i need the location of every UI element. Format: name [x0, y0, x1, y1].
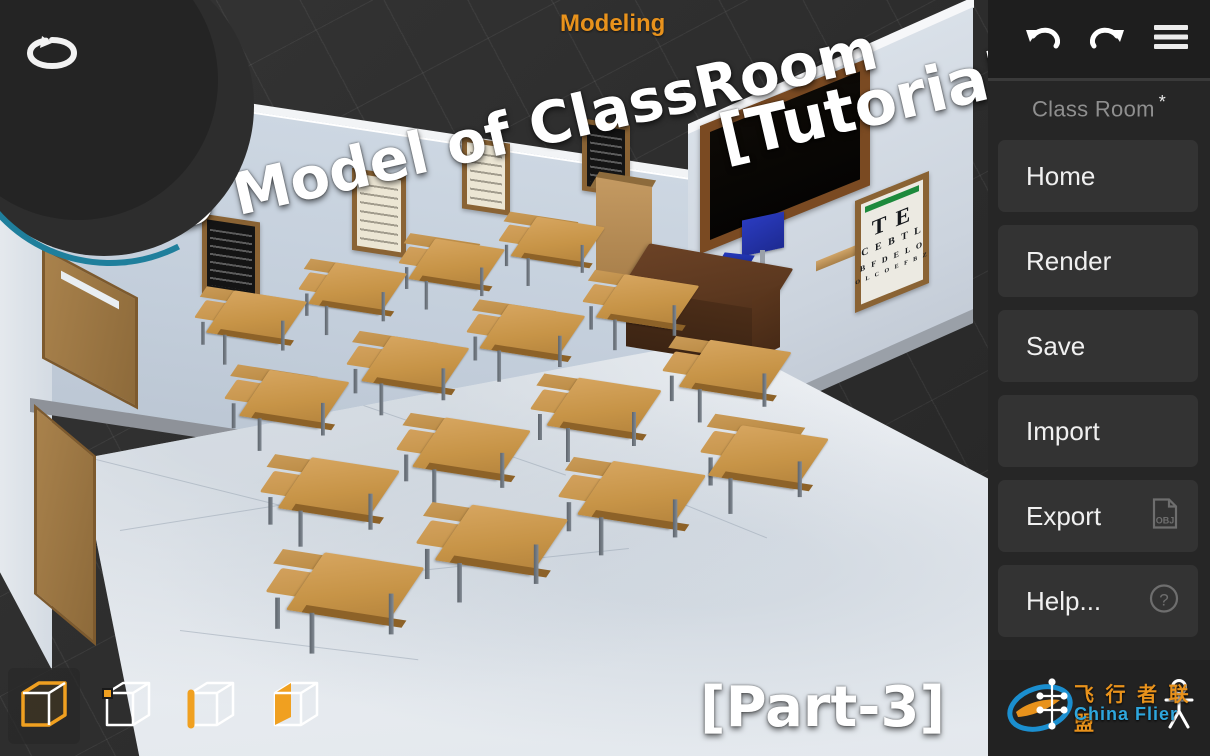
- menu-item-export[interactable]: Export OBJ: [998, 480, 1198, 552]
- selection-mode-bar[interactable]: [8, 668, 332, 744]
- cube-object-icon: [15, 675, 73, 738]
- hamburger-icon: [1151, 21, 1191, 58]
- edge-mode-button[interactable]: [176, 668, 248, 744]
- mode-label: Modeling: [560, 10, 666, 37]
- undo-button[interactable]: [1018, 17, 1068, 61]
- cube-face-icon: [267, 675, 325, 738]
- main-menu: Home Render Save Import Export OBJ Help.…: [998, 140, 1198, 650]
- unsaved-marker: *: [1158, 92, 1167, 112]
- panel-divider: [988, 78, 1210, 81]
- obj-file-icon: OBJ: [1150, 498, 1180, 535]
- menu-item-label: Render: [1026, 245, 1112, 276]
- menu-item-help[interactable]: Help... ?: [998, 565, 1198, 637]
- rotate-icon: [26, 34, 78, 79]
- menu-item-save[interactable]: Save: [998, 310, 1198, 382]
- cube-vertex-icon: [99, 675, 157, 738]
- document-title-text: Class Room: [1031, 96, 1155, 122]
- help-circle-icon: ?: [1148, 583, 1180, 620]
- menu-item-import[interactable]: Import: [998, 395, 1198, 467]
- app-root: T E C E B T L B F D E L O O L C O E F B …: [0, 0, 1210, 756]
- viewport-3d[interactable]: T E C E B T L B F D E L O O L C O E F B …: [0, 0, 988, 756]
- menu-item-label: Import: [1026, 415, 1100, 446]
- poster-2: [352, 167, 406, 259]
- menu-item-label: Export: [1026, 500, 1102, 531]
- select-marquee-tool[interactable]: [62, 0, 118, 6]
- marquee-icon: [66, 0, 114, 4]
- menu-item-home[interactable]: Home: [998, 140, 1198, 212]
- svg-text:OBJ: OBJ: [1156, 516, 1175, 526]
- move-arrows-icon: [0, 57, 1, 104]
- undo-icon: [1023, 22, 1063, 57]
- top-toolbar: [988, 0, 1210, 78]
- menu-item-label: Save: [1026, 330, 1086, 361]
- menu-item-label: Help...: [1026, 585, 1102, 616]
- object-mode-button[interactable]: [8, 668, 80, 744]
- panel-footer: [988, 660, 1210, 756]
- move-tool[interactable]: [0, 52, 4, 108]
- rotate-tool[interactable]: [24, 28, 80, 84]
- redo-icon: [1087, 22, 1127, 57]
- menu-item-render[interactable]: Render: [998, 225, 1198, 297]
- svg-text:?: ?: [1159, 591, 1168, 610]
- cube-icon: [0, 0, 3, 4]
- cube-tool[interactable]: [0, 0, 6, 4]
- document-title: Class Room *: [988, 92, 1210, 122]
- vertex-mode-button[interactable]: [92, 668, 164, 744]
- hamburger-menu-button[interactable]: [1146, 17, 1196, 61]
- cube-edge-icon: [183, 675, 241, 738]
- redo-button[interactable]: [1082, 17, 1132, 61]
- poster-3: [462, 136, 510, 216]
- right-panel: Class Room * Home Render Save Import Expo…: [988, 0, 1210, 756]
- face-mode-button[interactable]: [260, 668, 332, 744]
- menu-item-label: Home: [1026, 160, 1096, 191]
